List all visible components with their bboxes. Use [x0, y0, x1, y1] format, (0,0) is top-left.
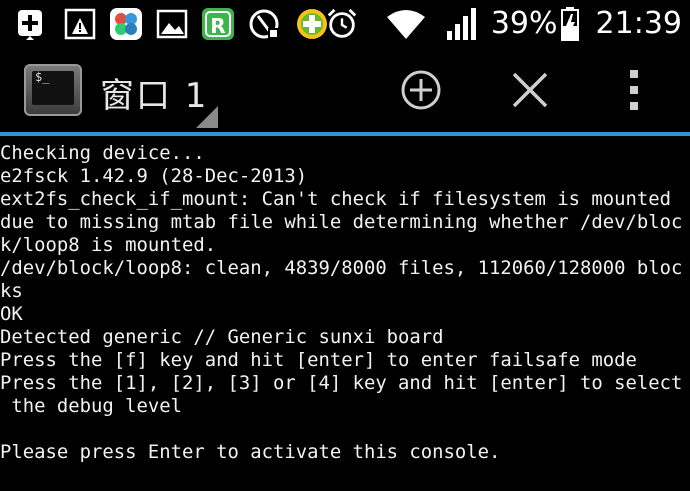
terminal-line: the debug level [0, 395, 182, 417]
add-window-button[interactable] [399, 68, 443, 112]
alarm-icon [327, 8, 357, 38]
terminal-line: k/loop8 is mounted. [0, 234, 217, 256]
action-bar: $_ 窗口 1 [0, 48, 690, 136]
terminal-icon-prompt: $_ [35, 70, 50, 84]
terminal-line: Please press Enter to activate this cons… [0, 441, 501, 463]
overflow-menu-button[interactable] [612, 68, 656, 112]
terminal-icon[interactable]: $_ [24, 64, 82, 116]
clean-app-icon [249, 9, 279, 39]
warning-image-icon [64, 8, 96, 40]
image-icon [156, 9, 188, 39]
status-bar: R 39% 21:39 [0, 0, 690, 48]
overflow-menu-icon [630, 70, 638, 110]
battery-percent: 39% [490, 6, 558, 41]
add-box-icon [18, 10, 42, 40]
battery-charging-icon [560, 7, 579, 41]
pinwheel-app-icon [110, 8, 142, 40]
r-app-icon: R [202, 8, 234, 40]
close-window-button[interactable] [508, 68, 552, 112]
terminal-line: ks [0, 280, 23, 302]
terminal-line: /dev/block/loop8: clean, 4839/8000 files… [0, 257, 683, 279]
terminal-line: Detected generic // Generic sunxi board [0, 326, 444, 348]
terminal-line: OK [0, 303, 23, 325]
clock: 21:39 [595, 6, 682, 41]
terminal-line: e2fsck 1.42.9 (28-Dec-2013) [0, 165, 308, 187]
window-spinner-indicator[interactable] [196, 106, 218, 128]
terminal-line: Press the [f] key and hit [enter] to ent… [0, 349, 637, 371]
terminal-output[interactable]: Checking device... e2fsck 1.42.9 (28-Dec… [0, 136, 690, 491]
terminal-icon-screen: $_ [32, 70, 74, 105]
svg-text:R: R [210, 14, 225, 38]
terminal-line: Press the [1], [2], [3] or [4] key and h… [0, 372, 683, 394]
terminal-line: due to missing mtab file while determini… [0, 211, 683, 233]
close-icon [512, 72, 548, 108]
window-title[interactable]: 窗口 1 [100, 68, 208, 117]
signal-icon [446, 8, 476, 40]
terminal-line: Checking device... [0, 142, 205, 164]
add-circle-icon [401, 70, 441, 110]
terminal-line: ext2fs_check_if_mount: Can't check if fi… [0, 188, 672, 210]
wifi-icon [386, 10, 425, 39]
